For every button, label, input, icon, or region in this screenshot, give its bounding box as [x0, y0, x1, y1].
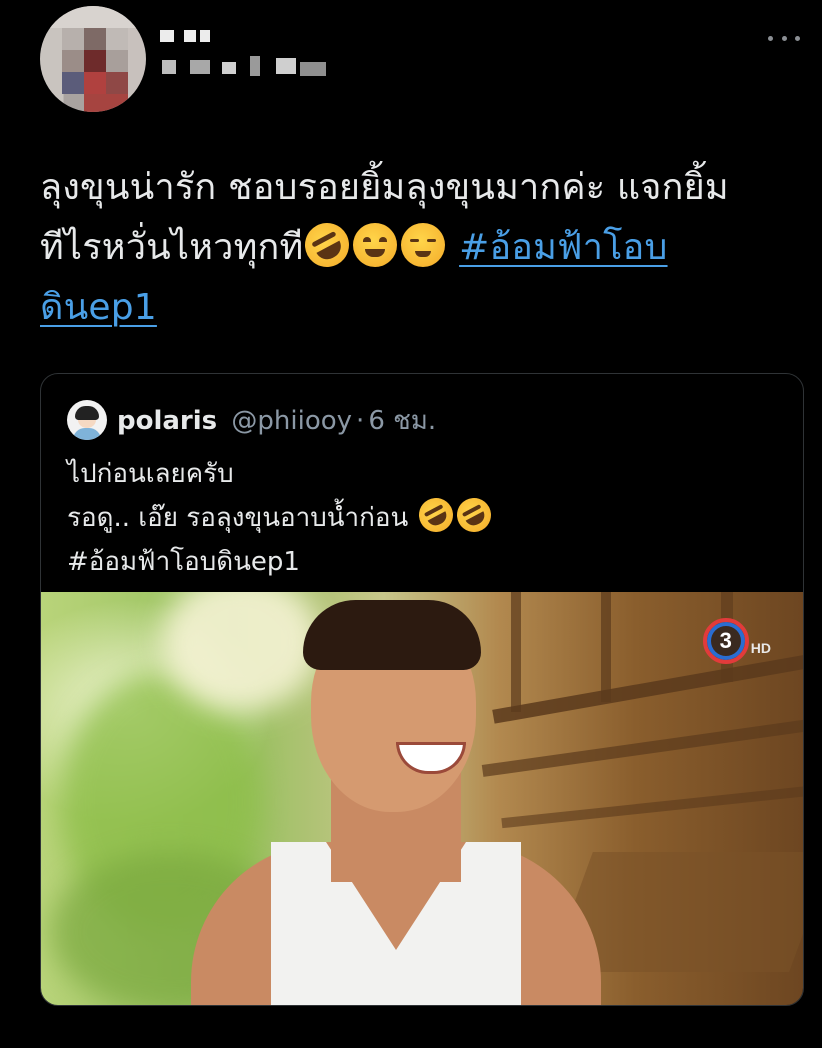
- quoted-tweet-card[interactable]: polaris @phiiooy · 6 ชม. ไปก่อนเลยครับ รอด…: [40, 373, 804, 1006]
- header-separator: ·: [356, 406, 365, 436]
- quoted-author-name[interactable]: polaris: [117, 406, 217, 436]
- smiling-face-icon: [401, 223, 446, 267]
- quoted-text-line1: ไปก่อนเลยครับ: [67, 459, 234, 489]
- rolling-on-floor-laughing-icon: [412, 492, 459, 538]
- quoted-tweet-header: polaris @phiiooy · 6 ชม.: [117, 401, 436, 441]
- smiling-face-with-smiling-eyes-icon: [353, 223, 398, 267]
- quoted-author-avatar[interactable]: [67, 400, 107, 440]
- rolling-on-floor-laughing-icon: [297, 215, 358, 275]
- quoted-text-line2: รอดู.. เอ๊ย รอลุงขุนอาบน้ำก่อน: [67, 492, 787, 540]
- rolling-on-floor-laughing-icon: [450, 492, 497, 538]
- hair: [303, 600, 481, 670]
- quoted-tweet-text: ไปก่อนเลยครับ รอดู.. เอ๊ย รอลุงขุนอาบน้ำ…: [67, 452, 787, 584]
- channel-3-icon: 3: [702, 618, 749, 664]
- channel-logo: 3 HD: [702, 618, 771, 664]
- tweet-text: ลุงขุนน่ารัก ชอบรอยยิ้มลุงขุนมากค่ะ แจกย…: [40, 158, 800, 338]
- more-horizontal-icon[interactable]: [768, 28, 800, 48]
- author-avatar[interactable]: [40, 6, 146, 112]
- quoted-author-handle[interactable]: @phiiooy: [231, 406, 352, 436]
- author-name-blurred[interactable]: [160, 30, 340, 90]
- hashtag-link-continued[interactable]: ดินep1: [40, 287, 157, 328]
- quoted-text-hashtag[interactable]: #อ้อมฟ้าโอบดินep1: [67, 540, 787, 584]
- tweet-text-line3: ดินep1: [40, 278, 800, 338]
- tweet: ลุงขุนน่ารัก ชอบรอยยิ้มลุงขุนมากค่ะ แจกย…: [0, 0, 822, 1048]
- tweet-text-line2: ทีไรหวั่นไหวทุกที #อ้อมฟ้าโอบ: [40, 215, 800, 278]
- tweet-text-line1: ลุงขุนน่ารัก ชอบรอยยิ้มลุงขุนมากค่ะ แจกย…: [40, 167, 729, 208]
- hashtag-link[interactable]: #อ้อมฟ้าโอบ: [459, 227, 667, 268]
- quoted-tweet-time[interactable]: 6 ชม.: [368, 406, 436, 436]
- quoted-tweet-image[interactable]: 3 HD: [41, 592, 803, 1005]
